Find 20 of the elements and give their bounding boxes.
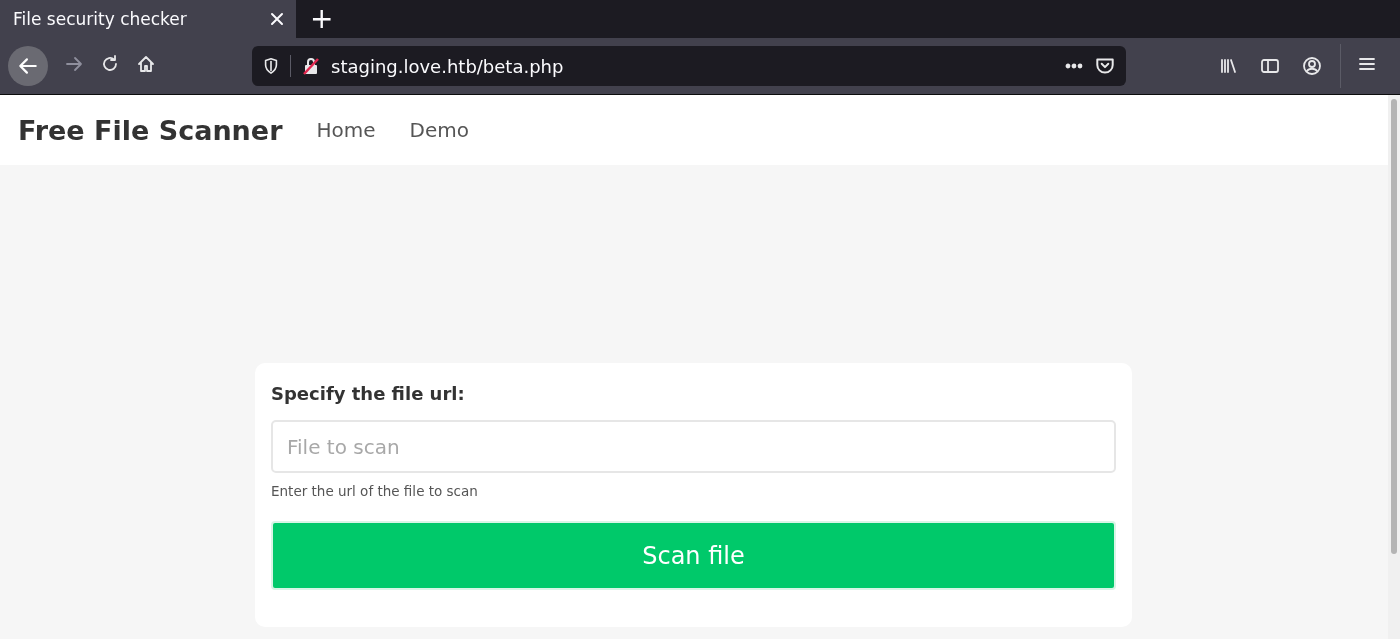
sidebar-icon[interactable]	[1260, 56, 1280, 76]
browser-tab[interactable]: File security checker	[0, 0, 296, 38]
reload-icon[interactable]	[100, 54, 120, 74]
nav-link[interactable]: Demo	[409, 118, 469, 142]
nav-link[interactable]: Home	[316, 118, 376, 142]
back-button[interactable]	[8, 46, 48, 86]
new-tab-button[interactable]: +	[296, 0, 348, 38]
file-url-field[interactable]: File to scan	[271, 420, 1116, 473]
close-icon[interactable]	[270, 12, 284, 26]
back-arrow-icon[interactable]	[17, 55, 39, 77]
scrollbar-thumb[interactable]	[1391, 99, 1397, 554]
help-text: Enter the url of the file to scan	[271, 483, 479, 499]
library-icon[interactable]	[1218, 56, 1238, 76]
site-brand[interactable]: Free File Scanner	[18, 114, 283, 146]
account-icon[interactable]	[1302, 56, 1322, 76]
field-label: Specify the file url:	[271, 383, 466, 404]
insecure-lock-icon[interactable]	[301, 56, 321, 76]
shield-icon[interactable]	[262, 57, 280, 75]
home-icon[interactable]	[136, 54, 156, 74]
forward-icon[interactable]	[64, 54, 84, 74]
